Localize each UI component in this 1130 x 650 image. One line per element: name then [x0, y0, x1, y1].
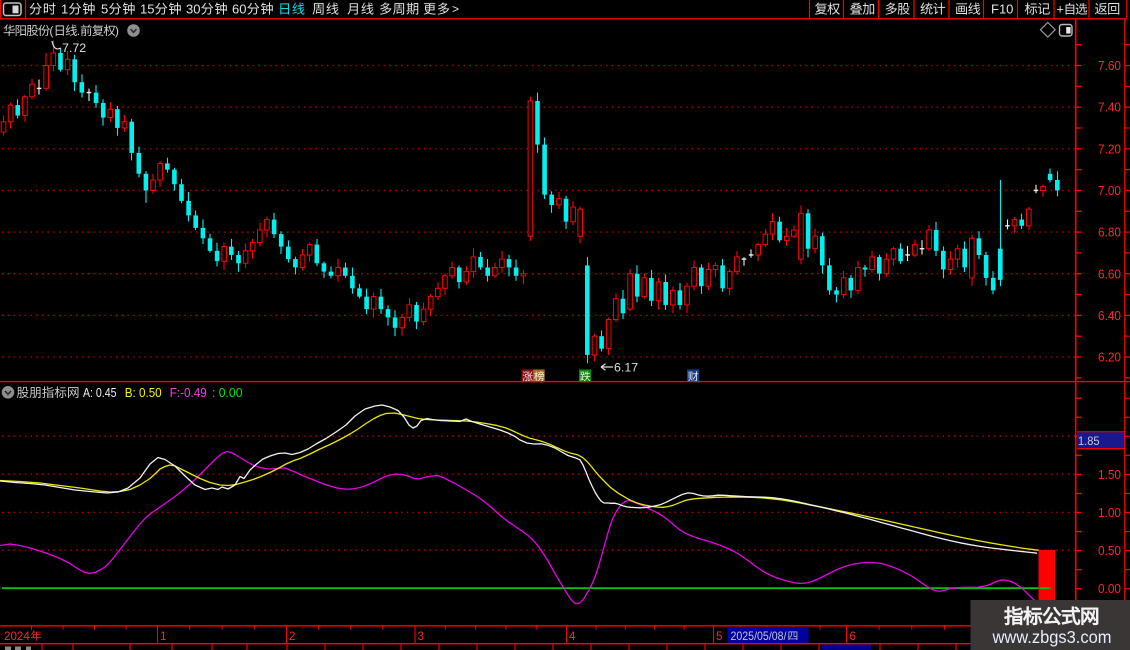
svg-text:15: 15: [140, 1, 154, 16]
svg-text:7.40: 7.40: [1098, 100, 1121, 115]
svg-text:30: 30: [186, 1, 200, 16]
svg-text:0.50: 0.50: [1098, 543, 1121, 558]
svg-text:6.60: 6.60: [1098, 266, 1121, 281]
svg-text:1: 1: [160, 630, 166, 643]
svg-text:2024: 2024: [4, 630, 30, 643]
svg-text:6.17: 6.17: [614, 360, 638, 374]
svg-text:1.85: 1.85: [1078, 434, 1100, 448]
svg-text:6.40: 6.40: [1098, 308, 1121, 323]
svg-text:>: >: [452, 2, 459, 16]
svg-text:7.20: 7.20: [1098, 141, 1121, 156]
svg-text:B: 0.50: B: 0.50: [125, 386, 162, 400]
svg-text:(: (: [49, 24, 53, 38]
svg-text:0.00: 0.00: [1098, 581, 1121, 596]
svg-text:1.00: 1.00: [1098, 505, 1121, 520]
svg-text:A: 0.45: A: 0.45: [83, 386, 117, 400]
svg-text:6.20: 6.20: [1098, 350, 1121, 365]
svg-text:2025/05/08/: 2025/05/08/: [731, 630, 788, 643]
svg-text:F10: F10: [991, 1, 1013, 16]
svg-text:3: 3: [418, 630, 424, 643]
svg-text:1.50: 1.50: [1098, 467, 1121, 482]
svg-text:1: 1: [61, 1, 68, 16]
svg-text:7.72: 7.72: [62, 41, 86, 55]
svg-text:5: 5: [716, 630, 722, 643]
svg-text:6.80: 6.80: [1098, 225, 1121, 240]
svg-text:4: 4: [569, 630, 576, 643]
svg-text:7.60: 7.60: [1098, 58, 1121, 73]
svg-text:60: 60: [232, 1, 246, 16]
svg-text:5: 5: [101, 1, 108, 16]
svg-text:7.00: 7.00: [1098, 183, 1121, 198]
svg-text:6: 6: [850, 630, 856, 643]
svg-text:.: .: [77, 24, 80, 38]
svg-text:: 0.00: : 0.00: [212, 386, 243, 400]
svg-text:F:-0.49: F:-0.49: [170, 386, 207, 400]
svg-text:www.zbgs3.com: www.zbgs3.com: [992, 627, 1112, 647]
svg-text:2: 2: [289, 630, 295, 643]
svg-text:+: +: [1057, 2, 1064, 16]
svg-text:): ): [115, 24, 119, 38]
